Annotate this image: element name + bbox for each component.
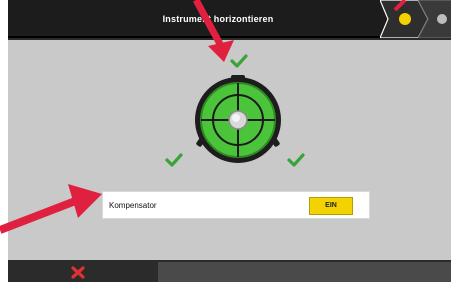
check-right-icon [287, 153, 305, 167]
level-bubble [193, 75, 283, 165]
main-panel: Kompensator EIN [8, 40, 451, 260]
page-title: Instrument horizontieren [162, 14, 274, 24]
check-top-icon [230, 54, 248, 68]
bottom-bar-right [158, 262, 451, 282]
next-step-icon [437, 14, 447, 24]
step-indicator-next [418, 0, 451, 38]
check-left-icon [165, 153, 183, 167]
app-window: Instrument horizontieren Kompensator EIN [8, 0, 451, 282]
compensator-toggle-button[interactable]: EIN [309, 197, 353, 215]
current-step-icon [399, 13, 411, 25]
compensator-label: Kompensator [109, 201, 157, 210]
compensator-row: Kompensator EIN [102, 191, 370, 219]
title-bar: Instrument horizontieren [8, 0, 451, 38]
close-icon [71, 266, 85, 279]
cancel-button[interactable] [8, 262, 158, 282]
bottom-bar [8, 262, 451, 282]
